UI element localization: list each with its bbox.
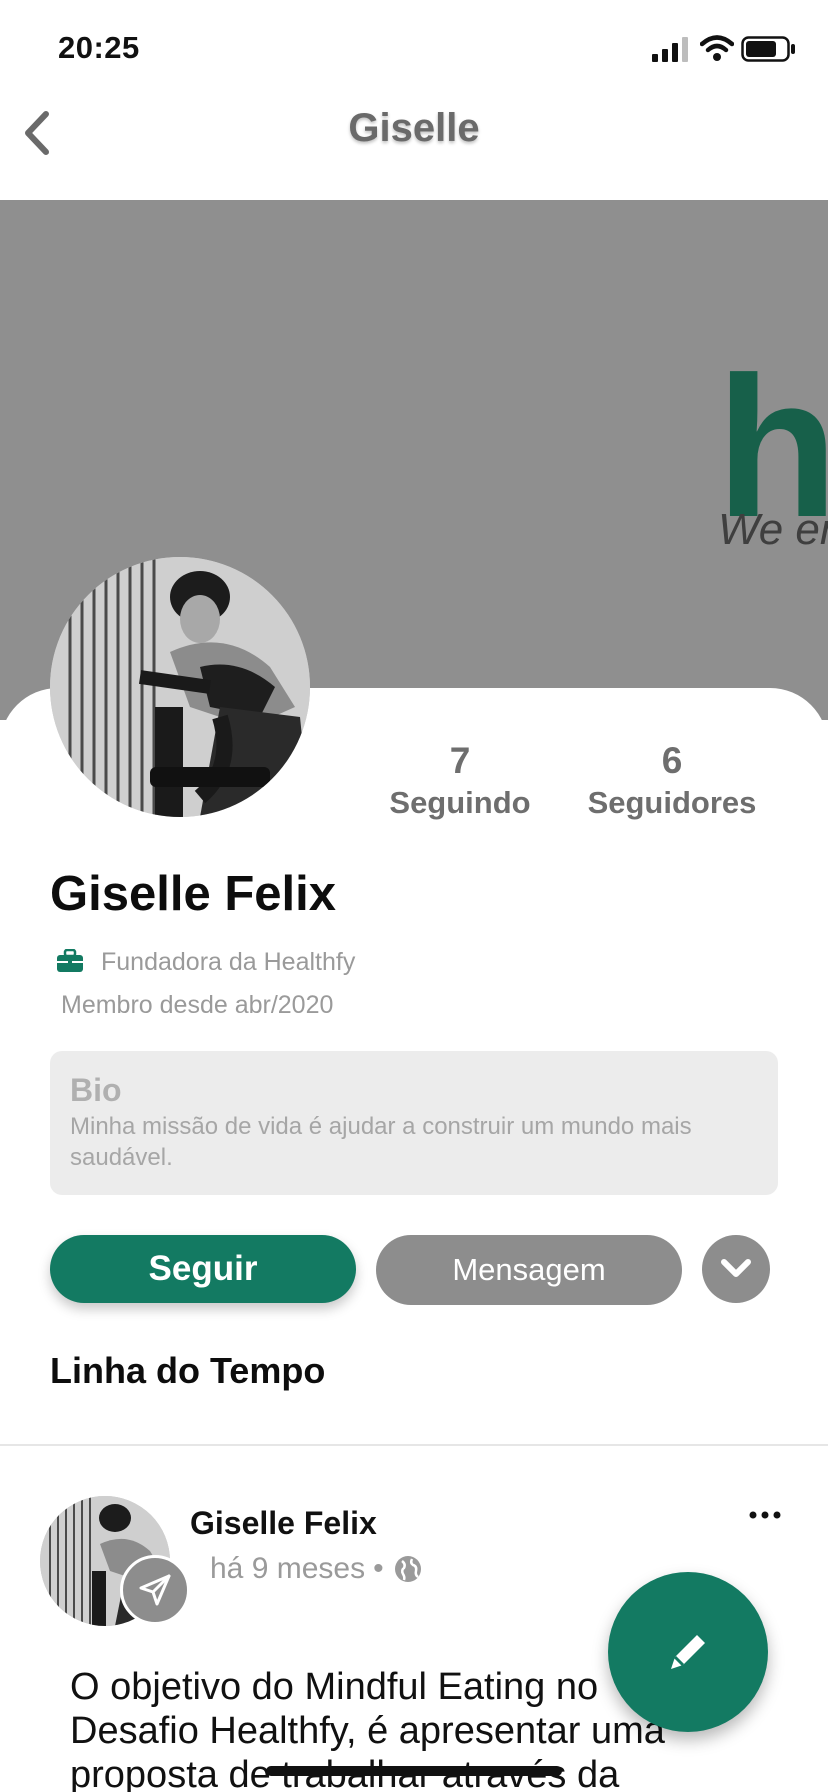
profile-name: Giselle Felix [50, 867, 336, 921]
meta-separator: • [373, 1552, 384, 1585]
following-count: 7 [449, 740, 471, 781]
post-meta: há 9 meses • [210, 1552, 422, 1586]
followers-count: 6 [661, 740, 683, 781]
pencil-icon [671, 1630, 710, 1669]
home-indicator [266, 1766, 562, 1776]
wifi-icon [700, 35, 734, 61]
bio-box: Bio Minha missão de vida é ajudar a cons… [50, 1051, 778, 1195]
status-time: 20:25 [58, 30, 140, 65]
profile-avatar[interactable] [50, 557, 310, 817]
bio-title: Bio [70, 1072, 122, 1108]
divider [0, 1444, 828, 1446]
follow-button[interactable]: Seguir [50, 1235, 356, 1303]
nav-bar: Giselle [0, 100, 828, 200]
briefcase-icon [57, 949, 83, 972]
followers-label: Seguidores [587, 785, 757, 820]
paper-plane-icon [139, 1574, 171, 1606]
followers-stat[interactable]: 6 Seguidores [580, 738, 764, 822]
bio-text: Minha missão de vida é ajudar a construi… [70, 1113, 692, 1171]
battery-icon [741, 36, 795, 62]
job-title: Fundadora da Healthfy [101, 948, 356, 976]
more-actions-button[interactable] [702, 1235, 770, 1303]
compose-post-button[interactable] [608, 1572, 768, 1732]
page-title: Giselle [348, 106, 480, 150]
following-stat[interactable]: 7 Seguindo [380, 738, 540, 822]
more-options-icon[interactable] [740, 1500, 790, 1530]
post-time: há 9 meses [210, 1552, 366, 1585]
share-badge[interactable] [120, 1555, 190, 1625]
chevron-down-icon [721, 1259, 751, 1277]
post-author-name[interactable]: Giselle Felix [190, 1505, 377, 1542]
timeline-title: Linha do Tempo [50, 1350, 326, 1391]
member-since: Membro desde abr/2020 [61, 991, 334, 1019]
following-label: Seguindo [389, 785, 531, 820]
signal-icon [652, 37, 688, 62]
cover-tagline: We en [718, 505, 828, 554]
status-bar: 20:25 [0, 0, 828, 100]
message-button[interactable]: Mensagem [376, 1235, 682, 1305]
globe-icon [394, 1556, 421, 1582]
